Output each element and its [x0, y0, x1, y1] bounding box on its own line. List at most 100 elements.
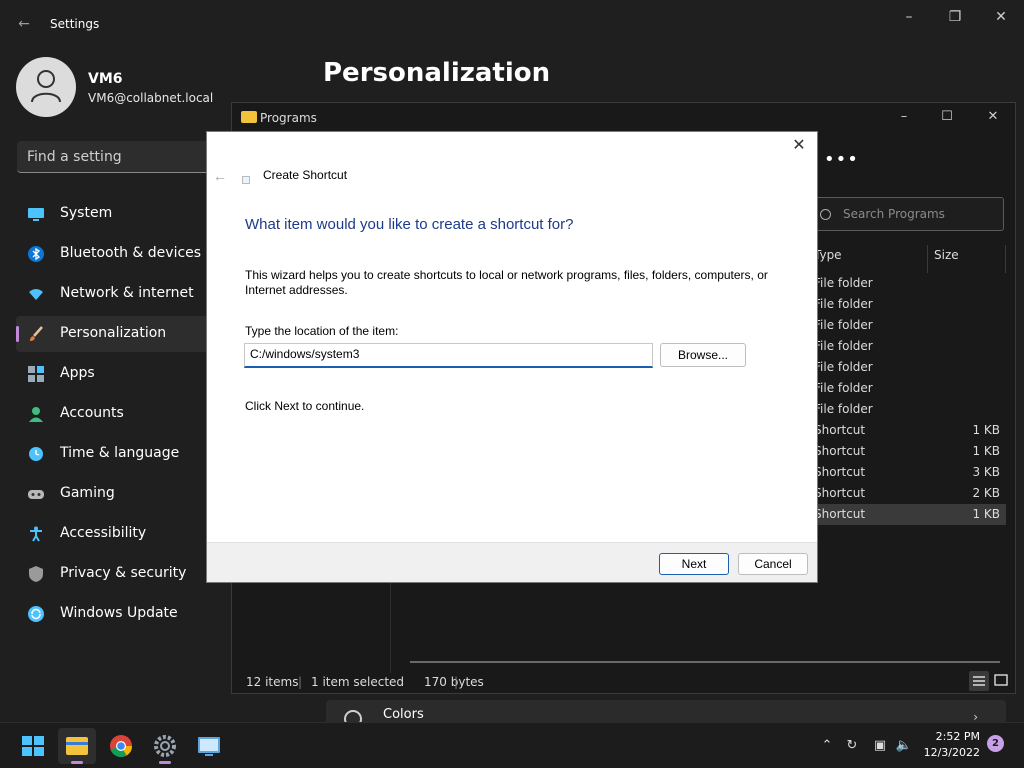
close-icon[interactable]: ✕ [789, 137, 809, 157]
selected-count: 1 item selected [311, 675, 405, 689]
file-type: Shortcut [814, 465, 866, 479]
explorer-search-placeholder: Search Programs [843, 207, 945, 221]
update-icon [28, 606, 44, 622]
tiles-view-icon[interactable] [991, 671, 1011, 691]
file-type: File folder [814, 276, 873, 290]
more-options-icon[interactable]: ••• [824, 149, 859, 170]
browse-button[interactable]: Browse... [660, 343, 746, 367]
cancel-button[interactable]: Cancel [738, 553, 808, 575]
location-label: Type the location of the item: [245, 324, 399, 338]
network-icon[interactable]: ▣ [871, 737, 889, 755]
file-row[interactable]: File folder [808, 378, 1006, 399]
nav-item-bluetooth[interactable]: Bluetooth & devices [16, 236, 216, 272]
horizontal-scrollbar[interactable] [410, 661, 1000, 663]
file-row[interactable]: File folder [808, 315, 1006, 336]
nav-item-accounts[interactable]: Accounts [16, 396, 216, 432]
nav-item-privacy[interactable]: Privacy & security [16, 556, 216, 592]
minimize-button[interactable]: – [892, 107, 916, 127]
file-row[interactable]: File folder [808, 336, 1006, 357]
nav-item-accessibility[interactable]: Accessibility [16, 516, 216, 552]
explorer-title: Programs [260, 111, 317, 125]
nav-item-time-language[interactable]: Time & language [16, 436, 216, 472]
file-explorer-taskbar-button[interactable] [58, 728, 96, 764]
nav-item-windows-update[interactable]: Windows Update [16, 596, 216, 632]
dialog-description: This wizard helps you to create shortcut… [245, 268, 768, 297]
column-header-type[interactable]: Type [808, 245, 928, 273]
details-view-icon[interactable] [969, 671, 989, 691]
close-button[interactable]: ✕ [989, 6, 1013, 28]
find-setting-input[interactable]: Find a setting [17, 141, 217, 173]
clock-globe-icon [29, 447, 43, 461]
nav-label: Windows Update [60, 605, 178, 621]
notification-badge[interactable]: 2 [987, 735, 1004, 752]
nav-label: Accessibility [60, 525, 147, 541]
file-row[interactable]: File folder [808, 273, 1006, 294]
nav-item-system[interactable]: System [16, 196, 216, 232]
start-button[interactable] [14, 728, 52, 764]
dialog-heading: What item would you like to create a sho… [245, 216, 574, 233]
colors-row-label: Colors [383, 707, 424, 722]
avatar[interactable] [16, 57, 76, 117]
minimize-button[interactable]: – [897, 6, 921, 28]
pane-divider [390, 583, 391, 673]
file-size: 3 KB [972, 465, 1000, 479]
file-row[interactable]: Shortcut 1 KB [808, 420, 1006, 441]
nav-label: Bluetooth & devices [60, 245, 202, 261]
apps-icon [28, 366, 44, 382]
continue-hint: Click Next to continue. [245, 399, 365, 413]
clock-time[interactable]: 2:52 PM [920, 730, 980, 743]
file-row[interactable]: Shortcut 1 KB [808, 441, 1006, 462]
back-arrow-icon[interactable]: ← [14, 14, 34, 34]
file-explorer-icon [66, 737, 88, 755]
nav-item-network[interactable]: Network & internet [16, 276, 216, 312]
file-row[interactable]: Shortcut 2 KB [808, 483, 1006, 504]
maximize-button[interactable]: ❐ [943, 6, 967, 28]
file-row[interactable]: File folder [808, 399, 1006, 420]
sync-icon[interactable]: ↻ [843, 737, 861, 755]
file-type: Shortcut [814, 423, 866, 437]
file-type: Shortcut [814, 444, 866, 458]
active-indicator [71, 761, 83, 764]
nav-item-gaming[interactable]: Gaming [16, 476, 216, 512]
back-arrow-icon[interactable]: ← [213, 168, 227, 184]
start-icon [22, 736, 44, 756]
accessibility-icon [30, 526, 42, 542]
maximize-button[interactable]: ☐ [935, 107, 959, 127]
shield-icon [29, 566, 43, 582]
active-indicator [159, 761, 171, 764]
column-header-size[interactable]: Size [928, 245, 1006, 273]
volume-icon[interactable]: 🔈 [895, 737, 913, 755]
chrome-taskbar-button[interactable] [102, 728, 140, 764]
next-button[interactable]: Next [659, 553, 729, 575]
settings-taskbar-button[interactable] [146, 728, 184, 764]
taskbar: ⌃ ↻ ▣ 🔈 2:52 PM 12/3/2022 [0, 722, 1024, 768]
file-row[interactable]: Shortcut 1 KB [808, 504, 1006, 525]
nav-label: Apps [60, 365, 95, 381]
user-name: VM6 [88, 71, 123, 87]
bluetooth-icon [28, 246, 44, 262]
chevron-up-icon[interactable]: ⌃ [818, 737, 836, 755]
file-size: 1 KB [972, 423, 1000, 437]
explorer-search-input[interactable]: Search Programs [810, 197, 1004, 231]
file-row[interactable]: File folder [808, 357, 1006, 378]
file-type: File folder [814, 297, 873, 311]
settings-titlebar: ← Settings – ❐ ✕ [0, 0, 1024, 48]
file-type: Shortcut [814, 507, 866, 521]
dialog-title: Create Shortcut [263, 168, 348, 182]
nav-item-apps[interactable]: Apps [16, 356, 216, 392]
user-email: VM6@collabnet.local [88, 91, 214, 105]
nav-item-personalization[interactable]: Personalization [16, 316, 216, 352]
nav-label: Accounts [60, 405, 124, 421]
shortcut-icon [242, 176, 250, 184]
person-icon [31, 70, 61, 103]
file-type: File folder [814, 318, 873, 332]
location-input[interactable]: C:/windows/system3 [244, 343, 653, 368]
close-button[interactable]: ✕ [981, 107, 1005, 127]
status-separator: | [454, 675, 459, 689]
file-row[interactable]: File folder [808, 294, 1006, 315]
clock-date[interactable]: 12/3/2022 [920, 746, 980, 759]
remote-desktop-taskbar-button[interactable] [190, 728, 228, 764]
chrome-icon [110, 735, 132, 758]
file-row[interactable]: Shortcut 3 KB [808, 462, 1006, 483]
file-type: File folder [814, 402, 873, 416]
